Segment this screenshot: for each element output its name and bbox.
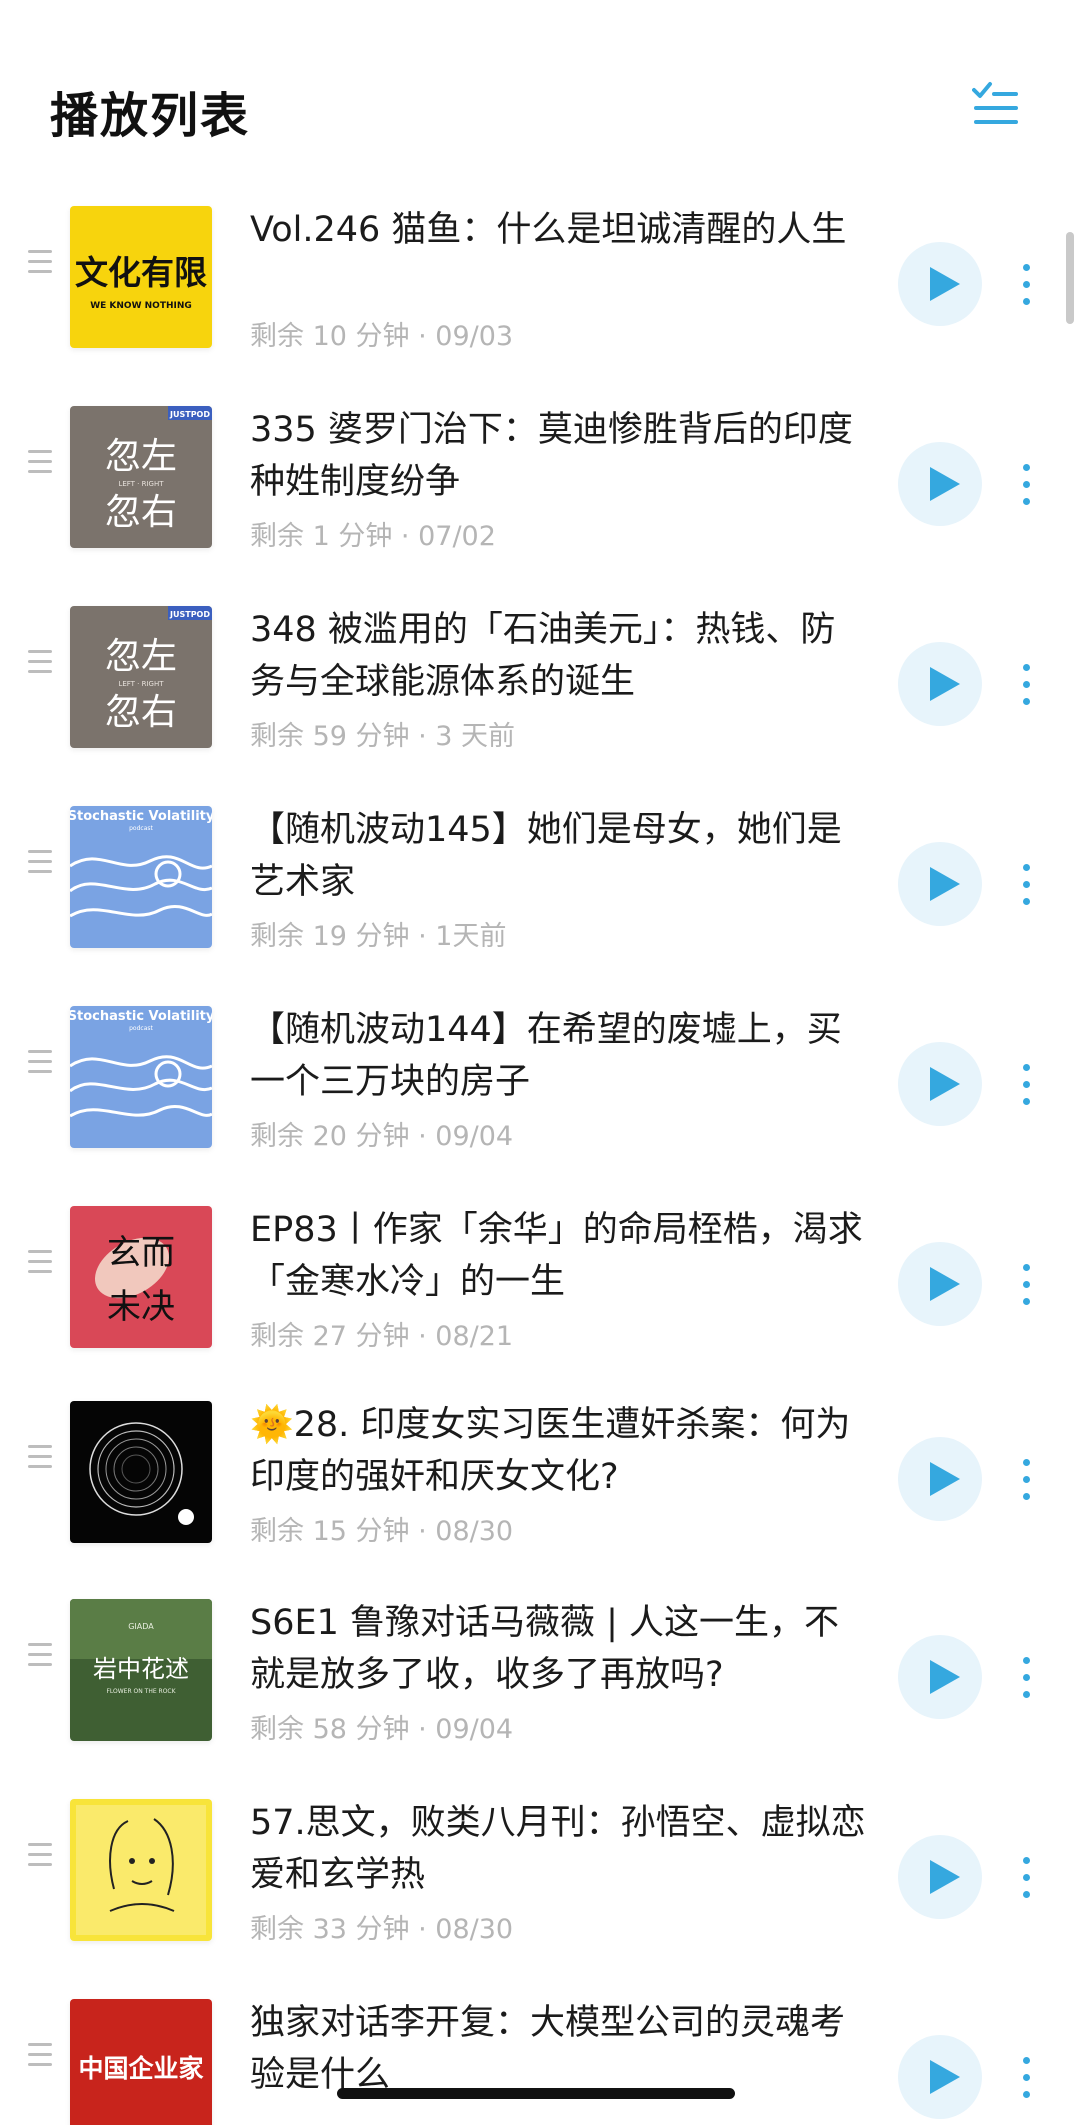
svg-text:岩中花述: 岩中花述 [93,1655,189,1683]
scrollbar[interactable] [1066,232,1074,324]
drag-handle-icon[interactable] [28,650,52,678]
podcast-cover: 中国企业家 [70,1999,212,2125]
podcast-cover: GIADA 岩中花述 FLOWER ON THE ROCK [70,1599,212,1741]
drag-handle-icon[interactable] [28,450,52,478]
podcast-cover: JUSTPOD 忽左 LEFT · RIGHT 忽右 [70,406,212,548]
drag-handle-icon[interactable] [28,1050,52,1078]
drag-handle-icon[interactable] [28,2043,52,2071]
play-button[interactable] [898,1437,982,1521]
svg-text:忽左: 忽左 [105,436,177,477]
more-options-icon[interactable] [1016,264,1036,306]
page-title: 播放列表 [50,88,251,144]
svg-text:未决: 未决 [107,1287,175,1327]
svg-text:podcast: podcast [129,1025,153,1032]
podcast-cover: 玄而 未决 [70,1206,212,1348]
episode-title[interactable]: 【随机波动145】她们是母女，她们是艺术家 [250,804,870,908]
drag-handle-icon[interactable] [28,250,52,278]
more-options-icon[interactable] [1016,1459,1036,1501]
header: 播放列表 [0,0,1080,160]
episode-title[interactable]: EP83丨作家「余华」的命局桎梏，渴求「金寒水冷」的一生 [250,1204,870,1308]
podcast-cover: JUSTPOD 忽左 LEFT · RIGHT 忽右 [70,606,212,748]
episode-meta: 剩余 10 分钟 · 09/03 [250,321,514,352]
play-button[interactable] [898,842,982,926]
more-options-icon[interactable] [1016,2057,1036,2099]
svg-text:FLOWER ON THE ROCK: FLOWER ON THE ROCK [106,1688,176,1695]
episode-title[interactable]: 🌞28. 印度女实习医生遭奸杀案：何为印度的强奸和厌女文化? [250,1399,870,1503]
playlist-item[interactable]: GIADA 岩中花述 FLOWER ON THE ROCK S6E1 鲁豫对话马… [0,1583,1080,1783]
episode-title[interactable]: 335 婆罗门治下：莫迪惨胜背后的印度种姓制度纷争 [250,404,870,508]
episode-meta: 剩余 58 分钟 · 09/04 [250,1714,514,1745]
episode-title[interactable]: 348 被滥用的「石油美元」：热钱、防务与全球能源体系的诞生 [250,604,870,708]
play-button[interactable] [898,242,982,326]
episode-title[interactable]: 【随机波动144】在希望的废墟上，买一个三万块的房子 [250,1004,870,1108]
more-options-icon[interactable] [1016,1857,1036,1899]
more-options-icon[interactable] [1016,664,1036,706]
episode-meta: 剩余 15 分钟 · 08/30 [250,1516,514,1547]
play-button[interactable] [898,1042,982,1126]
svg-text:中国企业家: 中国企业家 [78,2054,203,2083]
play-button[interactable] [898,442,982,526]
more-options-icon[interactable] [1016,464,1036,506]
cover-text: 文化有限 [75,253,207,292]
more-options-icon[interactable] [1016,864,1036,906]
drag-handle-icon[interactable] [28,1250,52,1278]
playlist-item[interactable]: 中国企业家 独家对话李开复：大模型公司的灵魂考验是什么 [0,1983,1080,2125]
drag-handle-icon[interactable] [28,850,52,878]
episode-meta: 剩余 33 分钟 · 08/30 [250,1914,514,1945]
podcast-cover: 文化有限 WE KNOW NOTHING [70,206,212,348]
playlist-item[interactable]: 57.思文，败类八月刊：孙悟空、虚拟恋爱和玄学热 剩余 33 分钟 · 08/3… [0,1783,1080,1983]
playlist-item[interactable]: Stochastic Volatility podcast 【随机波动145】她… [0,790,1080,990]
podcast-cover [70,1401,212,1543]
drag-handle-icon[interactable] [28,1843,52,1871]
svg-text:忽左: 忽左 [105,636,177,677]
svg-text:Stochastic Volatility: Stochastic Volatility [70,809,212,824]
drag-handle-icon[interactable] [28,1445,52,1473]
episode-meta: 剩余 19 分钟 · 1天前 [250,921,507,952]
episode-title[interactable]: 独家对话李开复：大模型公司的灵魂考验是什么 [250,1997,870,2101]
playlist-item[interactable]: 玄而 未决 EP83丨作家「余华」的命局桎梏，渴求「金寒水冷」的一生 剩余 27… [0,1190,1080,1390]
playlist-item[interactable]: Stochastic Volatility podcast 【随机波动144】在… [0,990,1080,1190]
playlist-item[interactable]: JUSTPOD 忽左 LEFT · RIGHT 忽右 335 婆罗门治下：莫迪惨… [0,390,1080,590]
episode-meta: 剩余 20 分钟 · 09/04 [250,1121,514,1152]
play-button[interactable] [898,642,982,726]
svg-text:podcast: podcast [129,825,153,832]
play-button[interactable] [898,1635,982,1719]
play-button[interactable] [898,1242,982,1326]
svg-text:Stochastic Volatility: Stochastic Volatility [70,1009,212,1024]
playlist-item[interactable]: 文化有限 WE KNOW NOTHING Vol.246 猫鱼：什么是坦诚清醒的… [0,190,1080,390]
svg-text:玄而: 玄而 [107,1233,175,1273]
sort-list-icon[interactable] [972,80,1018,128]
svg-text:GIADA: GIADA [128,1622,154,1631]
podcast-cover [70,1799,212,1941]
episode-title[interactable]: 57.思文，败类八月刊：孙悟空、虚拟恋爱和玄学热 [250,1797,870,1901]
svg-text:JUSTPOD: JUSTPOD [169,610,210,619]
playlist-item[interactable]: JUSTPOD 忽左 LEFT · RIGHT 忽右 348 被滥用的「石油美元… [0,590,1080,790]
playlist-item[interactable]: 🌞28. 印度女实习医生遭奸杀案：何为印度的强奸和厌女文化? 剩余 15 分钟 … [0,1385,1080,1585]
episode-meta: 剩余 27 分钟 · 08/21 [250,1321,514,1352]
episode-title[interactable]: Vol.246 猫鱼：什么是坦诚清醒的人生 [250,204,870,256]
svg-text:LEFT · RIGHT: LEFT · RIGHT [118,480,164,488]
home-indicator[interactable] [337,2088,735,2099]
play-button[interactable] [898,2035,982,2119]
more-options-icon[interactable] [1016,1064,1036,1106]
drag-handle-icon[interactable] [28,1643,52,1671]
episode-meta: 剩余 1 分钟 · 07/02 [250,521,496,552]
svg-text:忽右: 忽右 [105,492,177,533]
episode-meta: 剩余 59 分钟 · 3 天前 [250,721,516,752]
podcast-cover: Stochastic Volatility podcast [70,1006,212,1148]
more-options-icon[interactable] [1016,1657,1036,1699]
podcast-cover: Stochastic Volatility podcast [70,806,212,948]
episode-title[interactable]: S6E1 鲁豫对话马薇薇 | 人这一生，不就是放多了收，收多了再放吗? [250,1597,870,1701]
play-button[interactable] [898,1835,982,1919]
cover-subtext: WE KNOW NOTHING [90,301,192,311]
svg-text:忽右: 忽右 [105,692,177,733]
more-options-icon[interactable] [1016,1264,1036,1306]
svg-text:LEFT · RIGHT: LEFT · RIGHT [118,680,164,688]
svg-text:JUSTPOD: JUSTPOD [169,410,210,419]
